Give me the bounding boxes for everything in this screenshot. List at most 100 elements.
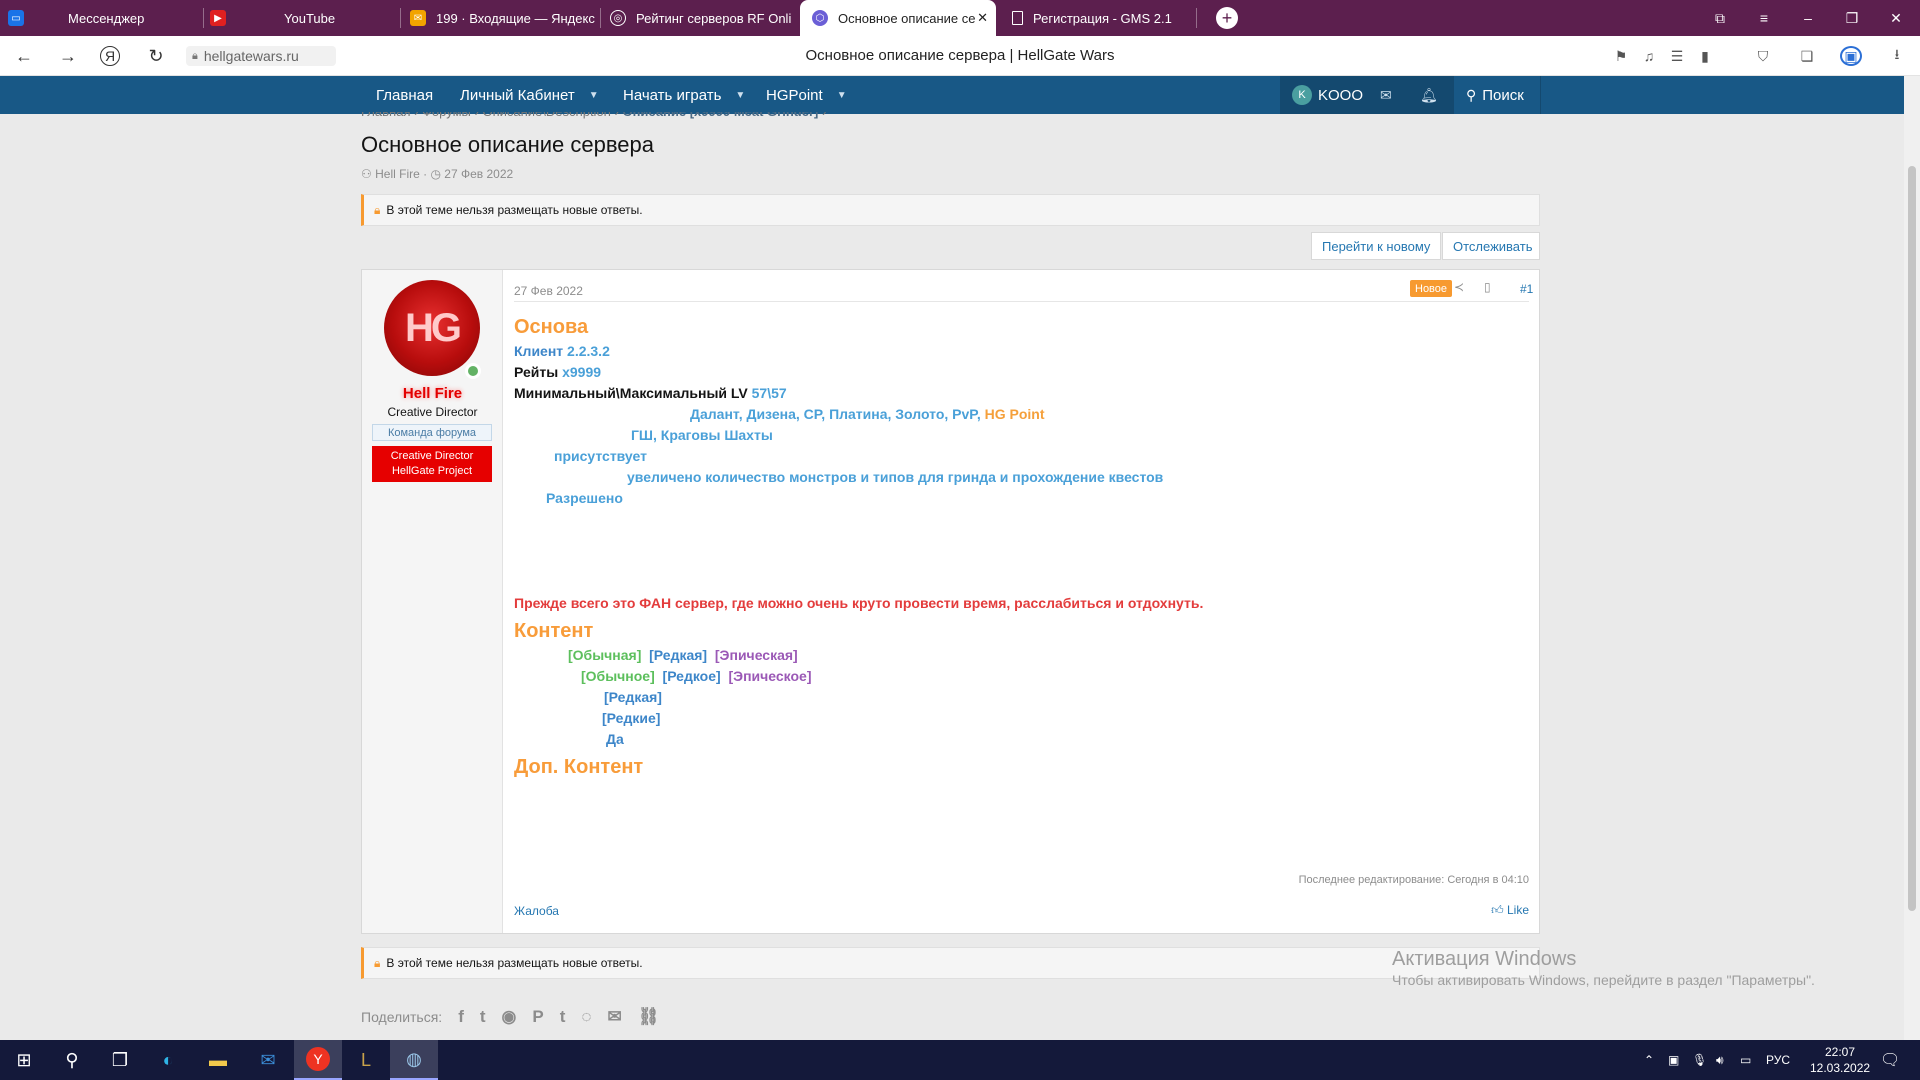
browser-menu-icon[interactable]: ≡ (1742, 0, 1786, 36)
post-date[interactable]: 27 Фев 2022 (514, 284, 583, 298)
nav-start-label: Начать играть (623, 86, 722, 104)
nav-start-playing[interactable]: Начать играть ▼ (623, 76, 745, 114)
tray-device-icon[interactable]: ▣ (1668, 1040, 1679, 1080)
tab-yandex-mail[interactable]: ✉ 199 · Входящие — Яндекс (410, 0, 600, 36)
downloads-icon[interactable]: ⭳ (1886, 46, 1908, 66)
tab-title: Мессенджер (68, 10, 145, 26)
tab-title: YouTube (284, 10, 336, 26)
share-icon[interactable]: ≺ (1454, 280, 1464, 294)
section-heading: Контент (514, 620, 594, 642)
nav-home[interactable]: Главная (376, 76, 433, 114)
user-icon: ⚇ (361, 167, 372, 181)
nav-search[interactable]: ⚲ Поиск (1454, 76, 1540, 114)
protect-shield-icon[interactable]: ⛉ (1752, 46, 1774, 66)
whatsapp-icon[interactable]: ◌ (581, 1007, 591, 1027)
value: 2.2.3.2 (567, 343, 610, 359)
avatar[interactable]: HG (384, 280, 480, 376)
search-icon: ⚲ (1466, 86, 1477, 103)
user-title: Creative Director (387, 405, 478, 419)
tab-youtube[interactable]: ▶ YouTube (210, 0, 400, 36)
messenger-icon: ▭ (8, 10, 24, 26)
thread-date[interactable]: 27 Фев 2022 (444, 167, 513, 181)
search-icon[interactable]: ⚲ (48, 1040, 96, 1080)
site-navigation: Главная Личный Кабинет ▼ Начать играть ▼… (0, 76, 1904, 114)
sidebar-icon[interactable]: ▣ (1840, 46, 1862, 66)
twitter-icon[interactable]: t (480, 1007, 486, 1027)
nav-user-account[interactable]: K KOOO (1292, 76, 1363, 114)
steam-icon[interactable]: ◍ (390, 1040, 438, 1080)
nav-search-label: Поиск (1482, 86, 1524, 104)
volume-icon[interactable]: 🔊︎ (1716, 1040, 1724, 1080)
tab-rating[interactable]: ◎ Рейтинг серверов RF Onli (610, 0, 800, 36)
mail-app-icon[interactable]: ✉ (244, 1040, 292, 1080)
report-link[interactable]: Жалоба (514, 904, 559, 918)
share-bar: Поделиться: f t ◉ P t ◌ ✉ ⛓ (361, 1007, 659, 1027)
online-status-icon (465, 363, 481, 379)
email-icon[interactable]: ✉ (608, 1007, 622, 1027)
chevron-down-icon[interactable]: ▼ (589, 90, 599, 101)
post-number[interactable]: #1 (1520, 282, 1533, 296)
divider (514, 301, 1529, 302)
quality-rare: [Редкая] (649, 647, 708, 663)
language-indicator[interactable]: РУС (1766, 1040, 1790, 1080)
collections-icon[interactable]: ❏ (1796, 46, 1818, 66)
level-line: Минимальный\Максимальный LV 57\57 (514, 385, 787, 401)
chevron-down-icon[interactable]: ▼ (735, 90, 745, 101)
value: HG Point (984, 406, 1045, 422)
closed-thread-notice: 🔒︎ В этой теме нельзя размещать новые от… (361, 194, 1540, 226)
tab-messenger[interactable]: ▭ Мессенджер (8, 0, 203, 36)
go-to-new-button[interactable]: Перейти к новому (1311, 232, 1442, 260)
bookmark-icon[interactable]: ▯ (1484, 280, 1491, 294)
reddit-icon[interactable]: ◉ (502, 1007, 517, 1027)
thumbs-up-icon: 👍︎ (1491, 903, 1504, 917)
tab-registration[interactable]: Регистрация - GMS 2.1 (1000, 0, 1195, 36)
bell-icon[interactable]: 🔔︎ (1420, 76, 1438, 114)
new-tab-plus-icon[interactable]: + (1216, 7, 1238, 29)
network-icon[interactable]: ▭ (1740, 1040, 1751, 1080)
tab-active-forum[interactable]: ⬡ Основное описание се ✕ (800, 0, 996, 36)
doc-icon (1012, 11, 1023, 25)
headphones-icon[interactable]: ♫ (1638, 46, 1660, 66)
windows-start-icon[interactable]: ⊞ (0, 1040, 48, 1080)
tab-separator (1196, 8, 1197, 28)
tumblr-icon[interactable]: t (560, 1007, 566, 1027)
quality-rare: [Редкие] (602, 710, 661, 726)
nav-cabinet[interactable]: Личный Кабинет ▼ (460, 76, 599, 114)
value: x9999 (562, 364, 602, 380)
tray-chevron-icon[interactable]: ⌃ (1644, 1040, 1654, 1080)
facebook-icon[interactable]: f (458, 1007, 464, 1027)
thread-author[interactable]: Hell Fire (375, 167, 420, 181)
file-explorer-icon[interactable]: ▬ (194, 1040, 242, 1080)
tabs-menu-icon[interactable]: ⧉ (1698, 0, 1742, 36)
link-icon[interactable]: ⛓ (638, 1007, 660, 1027)
yes-value: Да (606, 731, 624, 747)
league-client-icon[interactable]: L (342, 1040, 390, 1080)
notifications-icon[interactable]: 🗨︎ (1880, 1040, 1900, 1080)
bookmark-icon[interactable]: ▮ (1694, 46, 1716, 66)
watch-button[interactable]: Отслеживать (1442, 232, 1540, 260)
edge-icon[interactable]: ◐ (144, 1040, 192, 1080)
translate-icon[interactable]: ⚑ (1610, 46, 1632, 66)
address-bar: ← → Я ↻ 🔒︎ hellgatewars.ru Основное опис… (0, 36, 1920, 76)
nav-hgpoint[interactable]: HGPoint ▼ (766, 76, 847, 114)
scrollbar[interactable] (1904, 76, 1920, 1040)
reader-icon[interactable]: ☰ (1666, 46, 1688, 66)
post-username[interactable]: Hell Fire (362, 385, 503, 402)
close-tab-icon[interactable]: ✕ (977, 10, 988, 26)
maximize-icon[interactable]: ❐ (1830, 0, 1874, 36)
task-view-icon[interactable]: ❐ (96, 1040, 144, 1080)
system-clock[interactable]: 22:07 12.03.2022 (1810, 1044, 1870, 1076)
lock-icon: 🔒︎ (374, 202, 381, 217)
pinterest-icon[interactable]: P (532, 1007, 543, 1027)
mines-line: ГШ, Краговы Шахты (631, 427, 773, 443)
close-window-icon[interactable]: ✕ (1874, 0, 1918, 36)
like-button[interactable]: 👍︎ Like (1491, 903, 1529, 918)
hg-logo-icon: HG (405, 305, 462, 350)
quality-common: [Обычное] (581, 668, 655, 684)
yandex-browser-icon[interactable]: Y (294, 1040, 342, 1080)
scrollbar-thumb[interactable] (1908, 166, 1916, 911)
inbox-icon[interactable]: ✉ (1380, 76, 1392, 114)
microphone-icon[interactable]: 🎙︎ (1692, 1040, 1707, 1080)
chevron-down-icon[interactable]: ▼ (837, 90, 847, 101)
minimize-icon[interactable]: – (1786, 0, 1830, 36)
